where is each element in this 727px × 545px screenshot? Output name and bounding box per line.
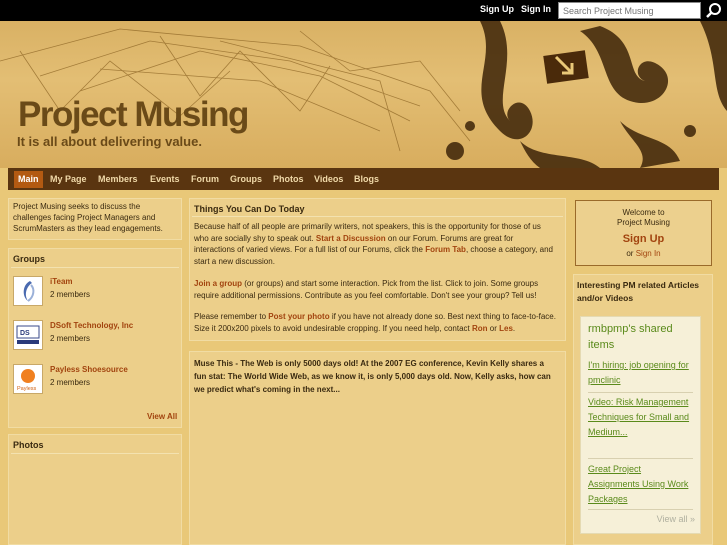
about-text: Project Musing seeks to discuss the chal… <box>13 202 163 233</box>
svg-text:Payless: Payless <box>17 386 37 392</box>
group-iteam-avatar[interactable] <box>13 276 43 306</box>
site-tagline: It is all about delivering value. <box>17 134 202 149</box>
divider <box>588 392 693 393</box>
divider <box>588 458 693 459</box>
top-signup-link[interactable]: Sign Up <box>480 4 514 14</box>
forum-tab-link[interactable]: Forum Tab <box>425 245 466 254</box>
photos-title: Photos <box>13 440 44 450</box>
divider <box>192 216 563 217</box>
photos-box: Photos <box>8 434 182 545</box>
groups-title: Groups <box>13 254 46 264</box>
shared-items-widget: rmbpmp's shared items I'm hiring: job op… <box>580 316 701 534</box>
nav-photos[interactable]: Photos <box>269 168 308 190</box>
shared-item-link[interactable]: Video: Risk Management Techniques for Sm… <box>588 395 693 440</box>
nav-groups[interactable]: Groups <box>226 168 266 190</box>
welcome-signin-row: or Sign In <box>576 249 711 258</box>
nav-blogs[interactable]: Blogs <box>350 168 383 190</box>
divider <box>11 267 179 268</box>
muse-post-title[interactable]: Muse This - The Web is only 5000 days ol… <box>194 357 556 396</box>
contact-ron-link[interactable]: Ron <box>472 324 488 333</box>
text-fragment: (or groups) and start some interaction. … <box>194 279 539 300</box>
interesting-title: Interesting PM related Articles and/or V… <box>577 280 700 303</box>
text-fragment: . <box>512 323 516 333</box>
about-box: Project Musing seeks to discuss the chal… <box>8 198 182 240</box>
things-title: Things You Can Do Today <box>194 204 305 214</box>
join-group-link[interactable]: Join a group <box>194 279 242 288</box>
iteam-logo-icon <box>23 281 35 302</box>
shared-items-view-all-link[interactable]: View all » <box>641 514 695 524</box>
things-to-do-box: Things You Can Do Today Because half of … <box>189 198 566 341</box>
things-paragraph-1: Because half of all people are primarily… <box>194 221 556 267</box>
top-bar: Sign Up Sign In <box>0 0 727 21</box>
text-fragment: or <box>489 323 497 333</box>
main-nav: Main My Page Members Events Forum Groups… <box>8 168 719 190</box>
group-name[interactable]: DSoft Technology, Inc <box>50 321 133 330</box>
groups-view-all-link[interactable]: View All <box>147 412 177 421</box>
top-signin-link[interactable]: Sign In <box>521 4 551 14</box>
welcome-signup-link[interactable]: Sign Up <box>576 233 711 245</box>
things-paragraph-2: Join a group (or groups) and start some … <box>194 278 556 301</box>
search-input[interactable] <box>558 2 701 19</box>
svg-text:DS: DS <box>20 330 30 337</box>
shared-item-link[interactable]: I'm hiring: job opening for pmclinic <box>588 358 693 388</box>
groups-box: Groups iTeam 2 members DS DSoft Technolo… <box>8 248 182 428</box>
post-photo-link[interactable]: Post your photo <box>268 312 329 321</box>
group-name[interactable]: iTeam <box>50 277 73 286</box>
shared-item-link[interactable]: Great Project Assignments Using Work Pac… <box>588 462 693 507</box>
nav-my-page[interactable]: My Page <box>46 168 91 190</box>
group-name[interactable]: Payless Shoesource <box>50 365 128 374</box>
search-icon[interactable] <box>705 2 723 19</box>
group-member-count: 2 members <box>50 290 91 299</box>
nav-main[interactable]: Main <box>14 171 43 188</box>
or-text: or <box>626 249 634 258</box>
divider <box>588 509 693 510</box>
nav-events[interactable]: Events <box>146 168 184 190</box>
contact-les-link[interactable]: Les <box>499 324 513 333</box>
start-discussion-link[interactable]: Start a Discussion <box>316 234 386 243</box>
welcome-signin-link[interactable]: Sign In <box>636 249 661 258</box>
group-payless-avatar[interactable]: Payless <box>13 364 43 394</box>
nav-videos[interactable]: Videos <box>310 168 347 190</box>
muse-box: Muse This - The Web is only 5000 days ol… <box>189 351 566 545</box>
shared-items-title[interactable]: rmbpmp's shared items <box>588 321 698 353</box>
site-title[interactable]: Project Musing <box>18 95 249 135</box>
nav-members[interactable]: Members <box>94 168 142 190</box>
group-dsoft-avatar[interactable]: DS <box>13 320 43 350</box>
things-paragraph-3: Please remember to Post your photo if yo… <box>194 311 556 334</box>
welcome-text: Welcome to <box>622 208 665 217</box>
welcome-site-name: Project Musing <box>617 218 670 227</box>
group-member-count: 2 members <box>50 334 91 343</box>
group-member-count: 2 members <box>50 378 91 387</box>
nav-forum[interactable]: Forum <box>187 168 223 190</box>
welcome-signup-box: Welcome to Project Musing Sign Up or Sig… <box>575 200 712 266</box>
divider <box>11 453 179 454</box>
text-fragment: Please remember to <box>194 312 267 321</box>
payless-logo-icon: Payless <box>16 369 40 392</box>
dsoft-logo-icon: DS <box>16 325 40 344</box>
site-header: Project Musing It is all about deliverin… <box>0 21 727 168</box>
